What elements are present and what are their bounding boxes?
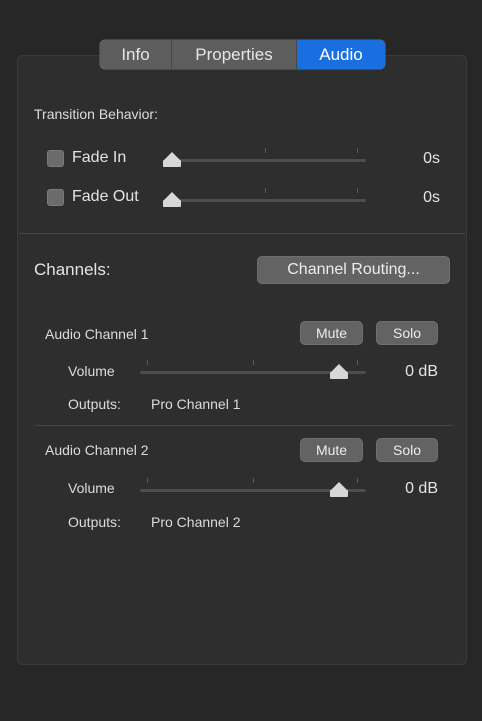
fade-out-value: 0s	[423, 189, 440, 206]
volume-slider-tick	[147, 478, 148, 483]
audio-inspector-panel	[17, 55, 467, 665]
volume-slider-tick	[253, 478, 254, 483]
audio-channel-1-mute-button[interactable]: Mute	[300, 321, 363, 345]
audio-channel-1-volume-value: 0 dB	[405, 363, 438, 380]
volume-slider-tick	[357, 360, 358, 365]
fade-out-checkbox[interactable]	[47, 189, 64, 206]
volume-slider-tick	[253, 360, 254, 365]
audio-channel-2-volume-value: 0 dB	[405, 480, 438, 497]
tab-info[interactable]: Info	[100, 40, 172, 69]
fade-in-slider-tick	[357, 148, 358, 153]
audio-channel-1-name: Audio Channel 1	[45, 326, 149, 342]
volume-slider-tick	[357, 478, 358, 483]
audio-channel-1-solo-button[interactable]: Solo	[376, 321, 438, 345]
fade-in-slider-track	[166, 159, 366, 162]
inspector-window: Info Properties Audio Transition Behavio…	[0, 0, 482, 721]
audio-channel-2-outputs-label: Outputs:	[68, 514, 121, 530]
fade-out-label: Fade Out	[72, 188, 139, 205]
audio-channel-2-solo-button[interactable]: Solo	[376, 438, 438, 462]
audio-channel-2-mute-button[interactable]: Mute	[300, 438, 363, 462]
audio-channel-1-outputs-value: Pro Channel 1	[151, 396, 241, 412]
channel-routing-button[interactable]: Channel Routing...	[257, 256, 450, 284]
audio-channel-2-outputs-value: Pro Channel 2	[151, 514, 241, 530]
fade-in-value: 0s	[423, 150, 440, 167]
audio-channel-1-outputs-label: Outputs:	[68, 396, 121, 412]
volume-slider-tick	[147, 360, 148, 365]
audio-channel-2-name: Audio Channel 2	[45, 442, 149, 458]
fade-in-label: Fade In	[72, 149, 127, 166]
transition-behavior-heading: Transition Behavior:	[34, 106, 158, 122]
fade-in-slider-tick	[265, 148, 266, 153]
fade-out-slider-tick	[357, 188, 358, 193]
inspector-tab-bar: Info Properties Audio	[100, 40, 385, 69]
tab-audio[interactable]: Audio	[297, 40, 385, 69]
section-divider	[19, 233, 465, 234]
fade-in-checkbox[interactable]	[47, 150, 64, 167]
audio-channel-2-volume-label: Volume	[68, 480, 115, 496]
fade-out-slider-track	[166, 199, 366, 202]
tab-properties[interactable]: Properties	[172, 40, 297, 69]
channel-divider	[35, 425, 453, 426]
audio-channel-1-volume-label: Volume	[68, 363, 115, 379]
fade-out-slider-tick	[265, 188, 266, 193]
channels-heading: Channels:	[34, 260, 111, 279]
